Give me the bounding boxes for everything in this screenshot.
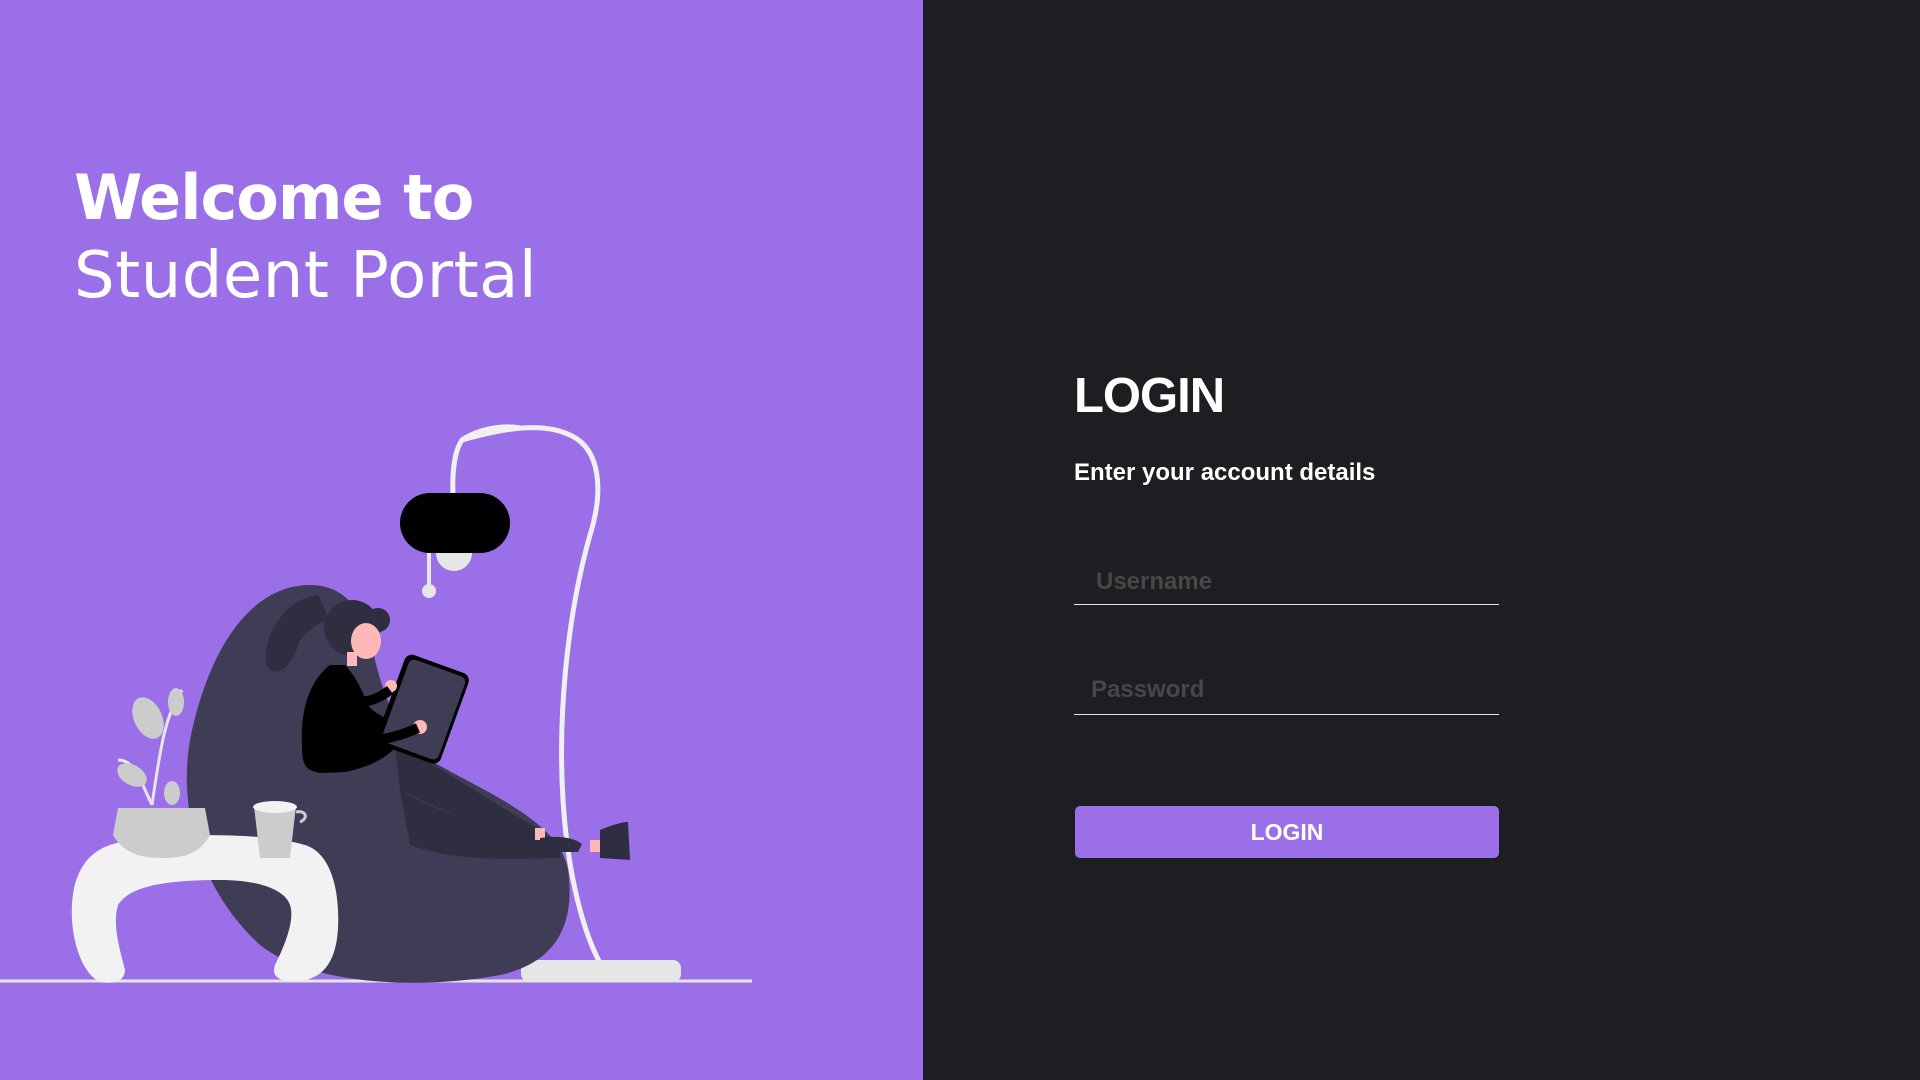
login-button[interactable]: LOGIN xyxy=(1075,806,1499,858)
login-panel xyxy=(923,0,1920,1080)
password-input[interactable] xyxy=(1074,665,1499,715)
woman-reading-tablet-illustration xyxy=(0,424,752,983)
login-title: LOGIN xyxy=(1074,369,1225,423)
login-page: Welcome to Student Portal LOGIN Enter yo… xyxy=(0,0,1920,1080)
login-subtitle: Enter your account details xyxy=(1074,459,1376,486)
welcome-panel: Welcome to Student Portal xyxy=(0,0,923,1080)
side-table-icon xyxy=(71,835,339,983)
username-input[interactable] xyxy=(1074,560,1499,605)
